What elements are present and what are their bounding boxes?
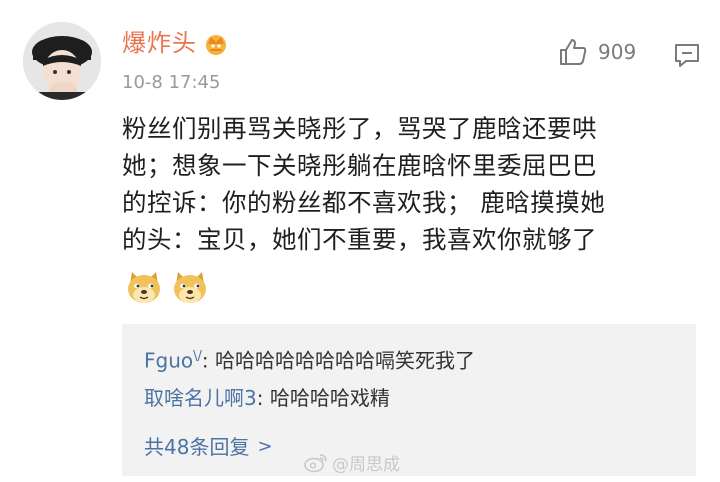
reply-text: : 哈哈哈哈哈哈哈哈嗝笑死我了: [201, 348, 475, 373]
watermark-text: @周思成: [332, 455, 400, 475]
reply-author-badge: \/: [193, 349, 202, 364]
reply-author[interactable]: Fguo: [144, 349, 193, 373]
vip-crown-icon: [203, 31, 229, 55]
timestamp: 10-8 17:45: [122, 72, 221, 93]
reply-text: : 哈哈哈哈戏精: [256, 386, 390, 410]
username[interactable]: 爆炸头: [122, 28, 197, 58]
doge-icon: [174, 272, 206, 303]
more-replies-label: 共48条回复: [144, 435, 250, 459]
comment-card: 爆炸头 10-8 17:45 909 粉丝们别再骂关晓彤了，骂哭了鹿晗还要哄 她…: [0, 0, 720, 482]
comment-icon[interactable]: [674, 42, 700, 68]
reply-item[interactable]: 取啥名儿啊3: 哈哈哈哈戏精: [144, 385, 390, 411]
like-count: 909: [598, 40, 637, 64]
username-row[interactable]: 爆炸头: [122, 28, 229, 58]
doge-icon: [128, 272, 160, 303]
thumbs-up-icon: [560, 39, 587, 65]
more-replies-link[interactable]: 共48条回复 >: [144, 434, 273, 460]
comment-text: 粉丝们别再骂关晓彤了，骂哭了鹿晗还要哄 她；想象一下关晓彤躺在鹿晗怀里委屈巴巴 …: [122, 114, 606, 254]
replies-panel: Fguo\/: 哈哈哈哈哈哈哈哈嗝笑死我了 取啥名儿啊3: 哈哈哈哈戏精 共48…: [122, 324, 696, 476]
watermark: @周思成: [304, 450, 400, 475]
like-button[interactable]: 909: [558, 37, 636, 67]
avatar[interactable]: [23, 22, 101, 100]
reply-item[interactable]: Fguo\/: 哈哈哈哈哈哈哈哈嗝笑死我了: [144, 344, 475, 374]
chevron-right-icon: >: [257, 436, 273, 457]
weibo-logo-icon: [304, 453, 327, 472]
reply-author[interactable]: 取啥名儿啊3: [144, 386, 257, 410]
emoji-row: [126, 270, 208, 304]
